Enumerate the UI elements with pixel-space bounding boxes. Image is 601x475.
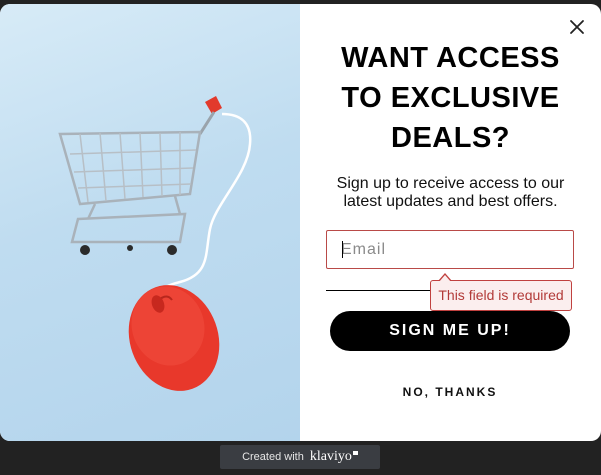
klaviyo-badge[interactable]: Created with klaviyo bbox=[220, 445, 380, 469]
tooltip-arrow-inner bbox=[439, 275, 451, 282]
computer-mouse-icon bbox=[128, 285, 220, 391]
email-field-wrapper bbox=[326, 230, 574, 269]
signup-form: WANT ACCESS TO EXCLUSIVE DEALS? Sign up … bbox=[300, 4, 601, 441]
email-field[interactable] bbox=[326, 230, 574, 269]
cart-and-mouse-illustration bbox=[58, 96, 252, 391]
klaviyo-flag-icon bbox=[352, 451, 358, 455]
subtext-line: Sign up to receive access to our bbox=[336, 175, 565, 192]
headline: WANT ACCESS TO EXCLUSIVE DEALS? bbox=[300, 38, 601, 158]
klaviyo-logo: klaviyo bbox=[309, 449, 352, 464]
headline-line: WANT ACCESS bbox=[341, 42, 560, 74]
headline-line: TO EXCLUSIVE bbox=[341, 82, 560, 114]
mouse-cable bbox=[158, 112, 252, 295]
subtext-line: latest updates and best offers. bbox=[343, 193, 558, 210]
sign-me-up-button[interactable]: SIGN ME UP! bbox=[330, 311, 570, 351]
validation-error-tooltip: This field is required bbox=[430, 273, 572, 311]
headline-line: DEALS? bbox=[391, 122, 510, 154]
no-thanks-button[interactable]: NO, THANKS bbox=[350, 382, 550, 402]
subtext: Sign up to receive access to our latest … bbox=[320, 175, 581, 211]
error-message: This field is required bbox=[438, 287, 564, 303]
hero-image bbox=[0, 4, 300, 441]
signup-popup: WANT ACCESS TO EXCLUSIVE DEALS? Sign up … bbox=[0, 4, 601, 441]
shopping-cart-icon bbox=[58, 96, 222, 255]
badge-prefix: Created with bbox=[242, 451, 304, 463]
text-caret bbox=[342, 241, 343, 258]
